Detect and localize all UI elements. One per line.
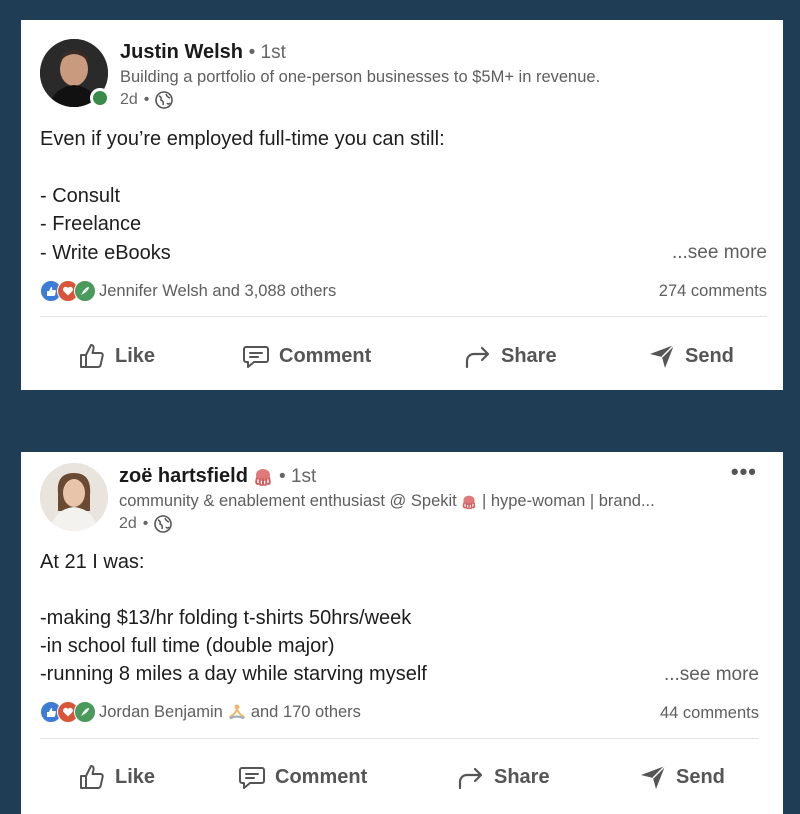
post-body-line: -making $13/hr folding t-shirts 50hrs/we…	[40, 607, 412, 629]
share-button[interactable]: Share	[463, 341, 557, 371]
like-button[interactable]: Like	[77, 341, 155, 371]
connection-degree: 1st	[260, 42, 286, 63]
support-reaction-icon	[74, 280, 96, 302]
separator-dot: •	[248, 42, 256, 63]
comment-label: Comment	[279, 344, 372, 367]
author-name[interactable]: Justin Welsh	[120, 41, 243, 63]
see-more-link[interactable]: ...see more	[664, 664, 759, 686]
post-time: 2d	[120, 91, 138, 108]
post-body-line: -running 8 miles a day while starving my…	[40, 663, 427, 685]
octopus-emoji-icon	[255, 468, 272, 486]
online-status-indicator	[90, 88, 110, 108]
send-button[interactable]: Send	[638, 762, 725, 792]
author-headline: community & enablement enthusiast @ Spek…	[119, 492, 655, 511]
author-name[interactable]: zoë hartsfield	[119, 465, 248, 487]
share-label: Share	[494, 765, 550, 788]
post-body-line: Even if you’re employed full-time you ca…	[40, 128, 445, 150]
comment-button[interactable]: Comment	[237, 762, 367, 792]
reactors-text: and 170 others	[250, 702, 361, 721]
post-body-line: - Freelance	[40, 213, 142, 235]
share-button[interactable]: Share	[456, 762, 550, 792]
send-button[interactable]: Send	[647, 341, 734, 371]
divider	[40, 316, 767, 317]
separator-dot: •	[143, 91, 150, 108]
send-label: Send	[685, 344, 734, 367]
comment-icon	[243, 346, 269, 368]
share-icon	[458, 767, 483, 790]
like-label: Like	[115, 765, 156, 788]
send-icon	[641, 765, 666, 789]
post-body-line: At 21 I was:	[40, 551, 145, 573]
comment-icon	[239, 767, 265, 789]
globe-icon	[154, 515, 173, 533]
comment-label: Comment	[275, 765, 368, 788]
author-name-line: zoë hartsfield • 1st	[119, 465, 316, 488]
separator-dot: •	[142, 515, 149, 532]
feed-post: zoë hartsfield • 1st ••• community & ena…	[21, 452, 783, 814]
reactions-summary[interactable]: Jennifer Welsh and 3,088 others	[40, 280, 336, 302]
headline-part: | hype-woman | brand...	[481, 492, 655, 510]
author-name-line: Justin Welsh • 1st	[120, 41, 286, 64]
more-options-icon[interactable]: •••	[731, 459, 757, 485]
author-headline: Building a portfolio of one-person busin…	[120, 68, 601, 86]
meditation-emoji-icon	[228, 704, 245, 719]
octopus-emoji-icon	[463, 495, 476, 509]
like-button[interactable]: Like	[77, 762, 155, 792]
comment-button[interactable]: Comment	[241, 341, 371, 371]
post-meta: 2d •	[119, 515, 173, 533]
connection-degree: 1st	[290, 466, 317, 487]
like-icon	[80, 344, 104, 368]
comments-count[interactable]: 274 comments	[659, 282, 767, 301]
see-more-link[interactable]: ...see more	[672, 242, 767, 264]
like-icon	[80, 765, 104, 789]
headline-part: community & enablement enthusiast @ Spek…	[119, 492, 457, 510]
send-icon	[650, 344, 675, 368]
post-meta: 2d •	[120, 91, 174, 109]
author-avatar[interactable]	[40, 463, 108, 531]
divider	[40, 738, 759, 739]
reaction-icons	[40, 280, 96, 302]
share-label: Share	[501, 344, 557, 367]
share-icon	[465, 346, 490, 369]
like-label: Like	[115, 344, 156, 367]
reaction-icons	[40, 701, 96, 723]
reactor-name: Jordan Benjamin	[99, 702, 223, 721]
reactions-summary[interactable]: Jordan Benjamin and 170 others	[40, 701, 361, 723]
feed-post: Justin Welsh • 1st Building a portfolio …	[21, 20, 783, 390]
post-body-line: - Write eBooks	[40, 242, 171, 264]
send-label: Send	[676, 765, 725, 788]
comments-count[interactable]: 44 comments	[660, 704, 759, 723]
separator-dot: •	[279, 466, 286, 487]
reactors-text: Jennifer Welsh and 3,088 others	[99, 281, 337, 300]
globe-icon	[155, 91, 174, 109]
support-reaction-icon	[74, 701, 96, 723]
post-time: 2d	[119, 515, 137, 532]
post-body-line: -in school full time (double major)	[40, 635, 335, 657]
post-body-line: - Consult	[40, 185, 121, 207]
